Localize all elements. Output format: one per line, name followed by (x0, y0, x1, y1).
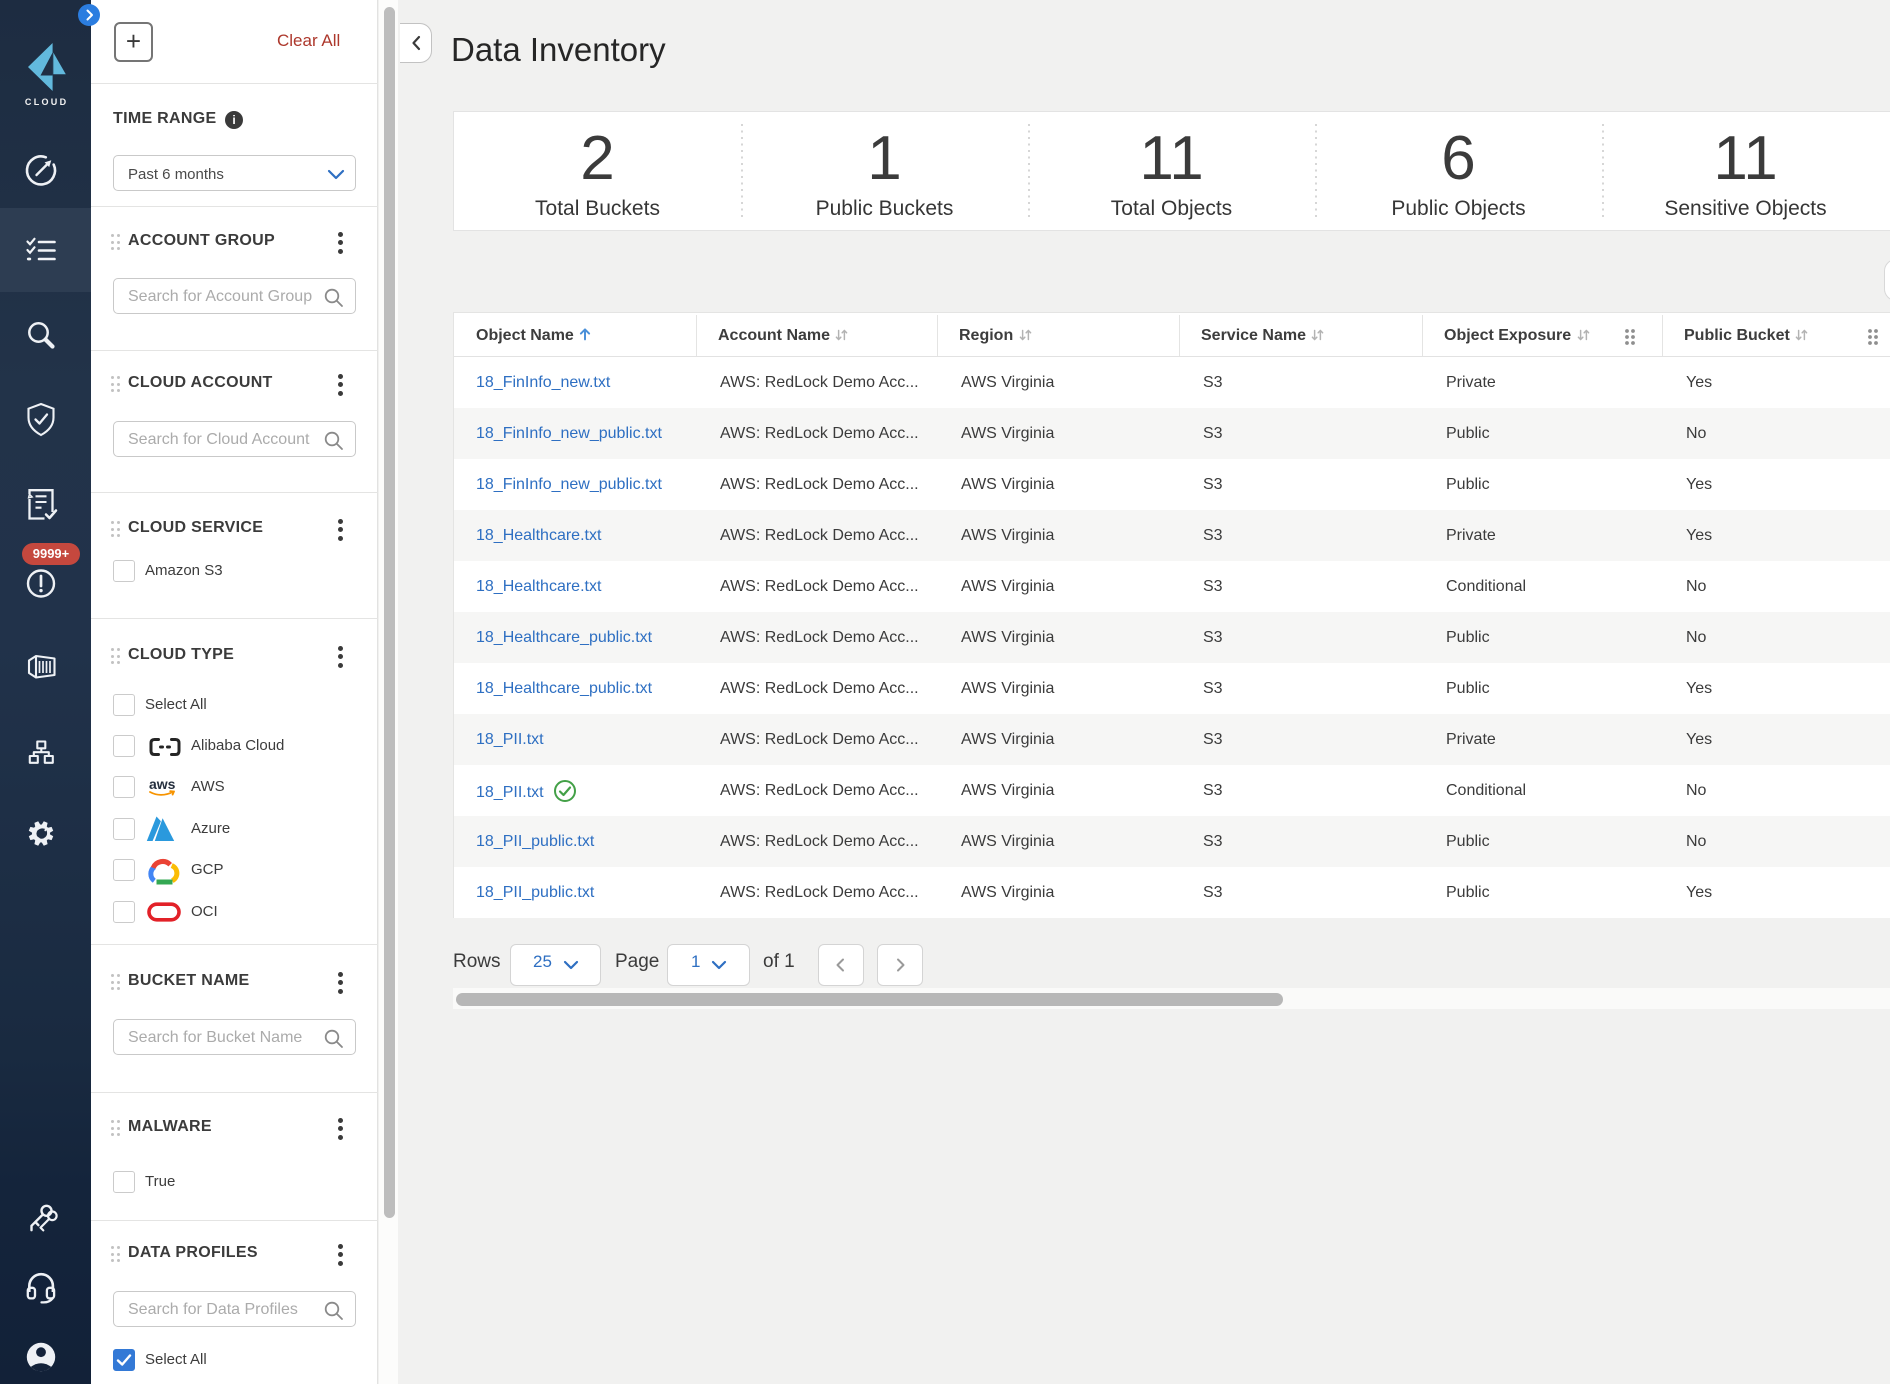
svg-text:aws: aws (149, 776, 176, 792)
